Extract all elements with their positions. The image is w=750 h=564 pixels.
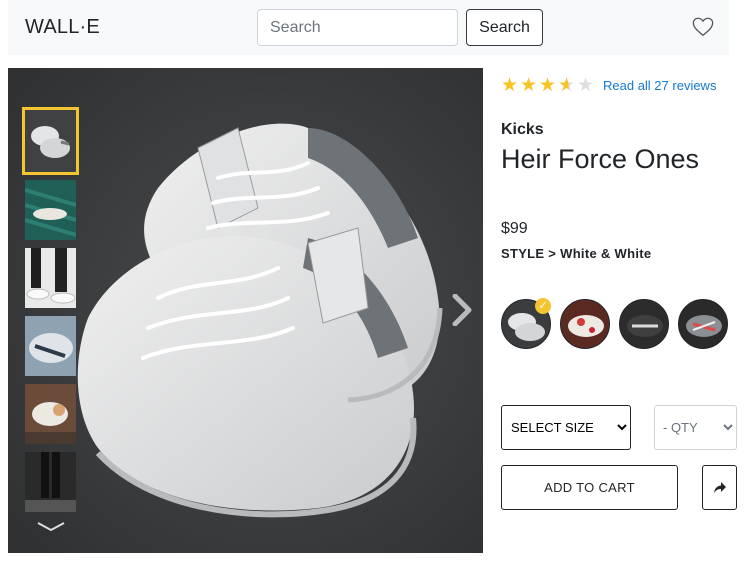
search-button[interactable]: Search [466, 9, 543, 46]
thumbnail-item[interactable] [25, 248, 76, 308]
style-swatch[interactable] [560, 299, 610, 349]
thumbnail-item[interactable] [25, 180, 76, 240]
style-swatch[interactable] [678, 299, 728, 349]
star-icon: ★ [520, 74, 538, 96]
thumbnail-item[interactable] [25, 316, 76, 376]
style-prefix: STYLE > [501, 246, 557, 261]
product-title: Heir Force Ones [501, 144, 700, 174]
quantity-select[interactable]: - QTY [654, 405, 737, 450]
search-input[interactable] [257, 9, 458, 46]
check-icon: ✓ [535, 298, 551, 314]
share-arrow-icon [713, 481, 726, 493]
style-swatch[interactable] [619, 299, 669, 349]
thumbnail-item[interactable] [22, 107, 79, 175]
star-empty-icon: ★ [577, 74, 595, 96]
thumbnail-item[interactable] [25, 452, 76, 512]
reviews-link[interactable]: Read all 27 reviews [603, 78, 716, 93]
chevron-down-icon[interactable] [36, 520, 66, 534]
heart-icon[interactable] [692, 16, 714, 38]
navbar: WALL·E Search [8, 0, 729, 55]
style-label: STYLE > White & White [501, 246, 651, 261]
star-icon: ★ [539, 74, 557, 96]
thumbnail-strip [22, 107, 79, 520]
brand-logo[interactable]: WALL·E [25, 16, 100, 39]
product-price: $99 [501, 220, 528, 237]
share-button[interactable] [702, 465, 737, 510]
product-brand: Kicks [501, 121, 544, 138]
thumbnail-item[interactable] [25, 384, 76, 444]
rating-row: ★ ★ ★ ★ ★ Read all 27 reviews [501, 75, 716, 95]
style-value: White & White [560, 246, 652, 261]
main-product-image [8, 68, 483, 553]
star-half-icon: ★ [558, 74, 576, 96]
size-select[interactable]: SELECT SIZE [501, 405, 631, 450]
star-icon: ★ [501, 74, 519, 96]
add-to-cart-button[interactable]: ADD TO CART [501, 465, 678, 510]
chevron-right-icon[interactable] [451, 294, 473, 326]
image-gallery [8, 68, 483, 553]
